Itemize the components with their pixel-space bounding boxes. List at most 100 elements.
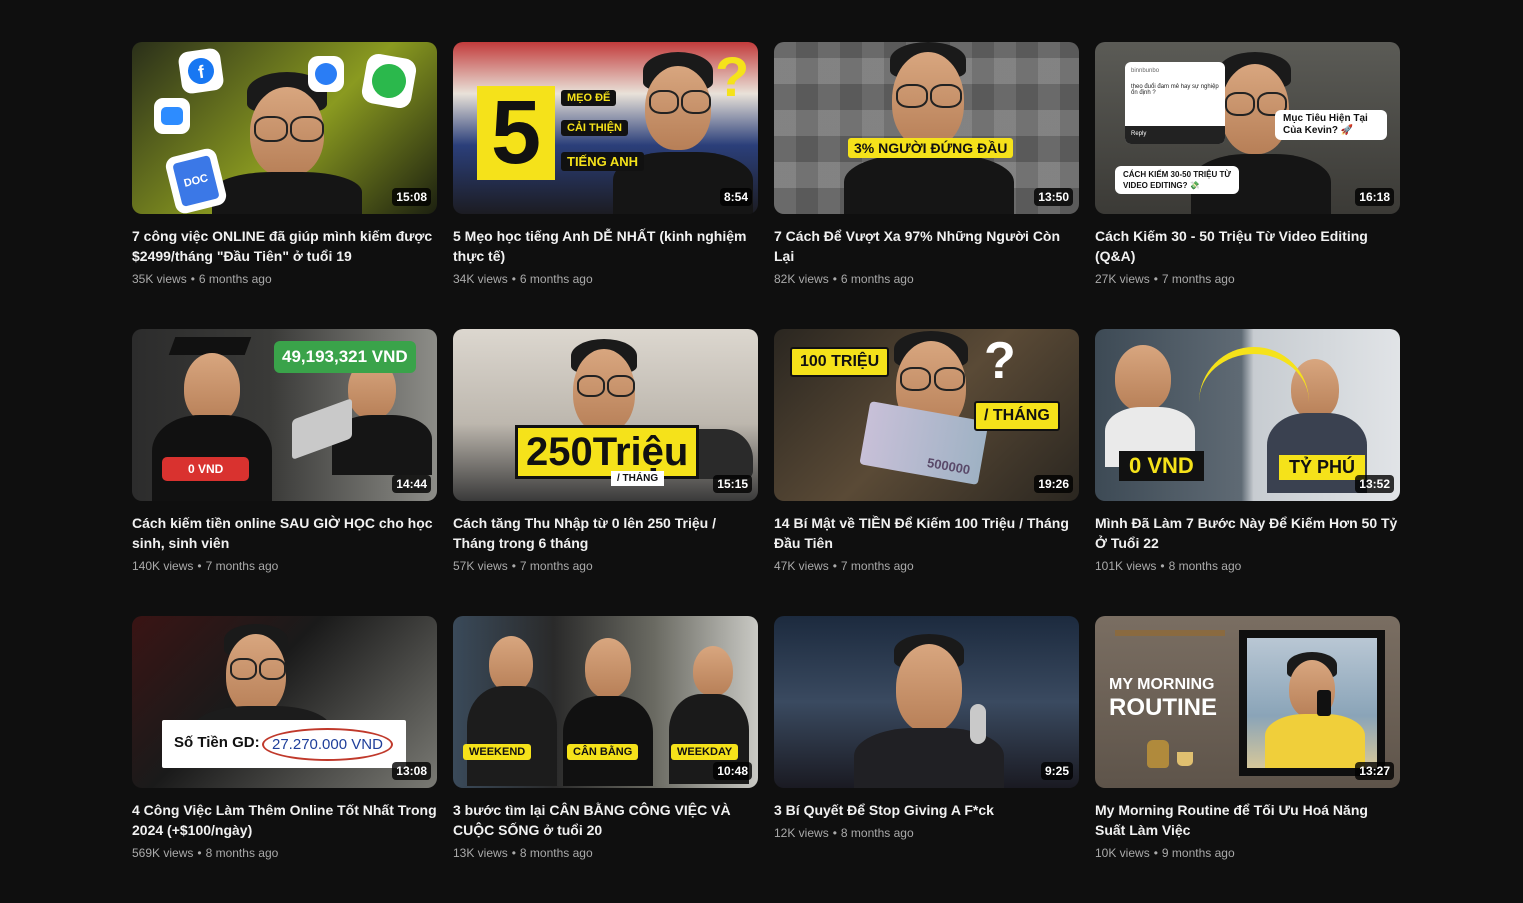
- video-thumbnail[interactable]: 49,193,321 VND 0 VND 14:44: [132, 329, 437, 501]
- video-card[interactable]: 0 VND TỶ PHÚ 13:52 Mình Đã Làm 7 Bước Nà…: [1095, 329, 1400, 616]
- video-thumbnail[interactable]: Số Tiền GD: 27.270.000 VND 13:08: [132, 616, 437, 788]
- video-card[interactable]: f DOC 15:08 7 công việc ONLINE đã giúp m…: [132, 42, 437, 329]
- video-card[interactable]: MY MORNING ROUTINE 13:27 My Morning Rout…: [1095, 616, 1400, 903]
- thumb-text: WEEKEND: [463, 744, 532, 760]
- video-title[interactable]: 3 Bí Quyết Để Stop Giving A F*ck: [774, 800, 1079, 820]
- video-title[interactable]: My Morning Routine để Tối Ưu Hoá Năng Su…: [1095, 800, 1400, 840]
- view-count: 82K views: [774, 272, 829, 286]
- video-card[interactable]: Số Tiền GD: 27.270.000 VND 13:08 4 Công …: [132, 616, 437, 903]
- video-card[interactable]: 49,193,321 VND 0 VND 14:44 Cách kiếm tiề…: [132, 329, 437, 616]
- video-duration: 15:15: [713, 475, 752, 493]
- doc-icon: DOC: [163, 146, 229, 214]
- upload-age: 8 months ago: [205, 846, 279, 860]
- arrow-icon: [1199, 347, 1309, 414]
- video-meta: 27K views • 7 months ago: [1095, 270, 1400, 288]
- thumb-text: 0 VND: [1119, 451, 1204, 481]
- video-duration: 13:52: [1355, 475, 1394, 493]
- kettle-icon: [1147, 740, 1169, 768]
- video-duration: 16:18: [1355, 188, 1394, 206]
- comment-reply: Reply: [1125, 126, 1225, 144]
- upload-age: 9 months ago: [1161, 846, 1235, 860]
- question-mark: ?: [984, 332, 1016, 390]
- upload-age: 7 months ago: [1161, 272, 1235, 286]
- video-thumbnail[interactable]: 250Triệu / THÁNG 15:15: [453, 329, 758, 501]
- video-thumbnail[interactable]: MY MORNING ROUTINE 13:27: [1095, 616, 1400, 788]
- video-grid: f DOC 15:08 7 công việc ONLINE đã giúp m…: [132, 42, 1400, 903]
- thumb-text: 3% NGƯỜI ĐỨNG ĐẦU: [848, 138, 1014, 158]
- thumb-text: 49,193,321 VND: [274, 341, 416, 373]
- video-duration: 9:25: [1040, 762, 1073, 780]
- video-title[interactable]: 7 Cách Để Vượt Xa 97% Những Người Còn Lạ…: [774, 226, 1079, 266]
- thumb-text: CÁCH KIẾM 30-50 TRIỆU TỪ VIDEO EDITING? …: [1115, 166, 1239, 194]
- video-thumbnail[interactable]: 500000 100 TRIỆU / THÁNG ? 19:26: [774, 329, 1079, 501]
- meta-separator: •: [190, 272, 195, 286]
- video-meta: 35K views • 6 months ago: [132, 270, 437, 288]
- video-meta: 82K views • 6 months ago: [774, 270, 1079, 288]
- phone-icon: [360, 52, 418, 110]
- video-card[interactable]: 500000 100 TRIỆU / THÁNG ? 19:26 14 Bí M…: [774, 329, 1079, 616]
- video-title[interactable]: 5 Mẹo học tiếng Anh DỄ NHẤT (kinh nghiệm…: [453, 226, 758, 266]
- view-count: 27K views: [1095, 272, 1150, 286]
- transaction-box: Số Tiền GD: 27.270.000 VND: [162, 720, 406, 768]
- video-title[interactable]: Cách tăng Thu Nhập từ 0 lên 250 Triệu / …: [453, 513, 758, 553]
- video-card[interactable]: 5 MẸO ĐỂ CẢI THIỆN TIẾNG ANH ? 8:54 5 Mẹ…: [453, 42, 758, 329]
- question-mark: ?: [715, 45, 750, 108]
- video-thumbnail[interactable]: 5 MẸO ĐỂ CẢI THIỆN TIẾNG ANH ? 8:54: [453, 42, 758, 214]
- thumb-text: 100 TRIỆU: [790, 347, 890, 377]
- video-meta: 47K views • 7 months ago: [774, 557, 1079, 575]
- thumb-text: TIẾNG ANH: [561, 152, 645, 171]
- video-card[interactable]: WEEKEND CÂN BẰNG WEEKDAY 10:48 3 bước tì…: [453, 616, 758, 903]
- video-thumbnail[interactable]: WEEKEND CÂN BẰNG WEEKDAY 10:48: [453, 616, 758, 788]
- video-thumbnail[interactable]: 9:25: [774, 616, 1079, 788]
- video-duration: 14:44: [392, 475, 431, 493]
- video-meta: 34K views • 6 months ago: [453, 270, 758, 288]
- view-count: 140K views: [132, 559, 194, 573]
- meta-separator: •: [511, 559, 516, 573]
- video-card[interactable]: 3% NGƯỜI ĐỨNG ĐẦU 13:50 7 Cách Để Vượt X…: [774, 42, 1079, 329]
- video-thumbnail[interactable]: binnbunbo theo đuổi đam mê hay sự nghiệp…: [1095, 42, 1400, 214]
- thumb-text: 0 VND: [162, 457, 250, 481]
- video-title[interactable]: 3 bước tìm lại CÂN BẰNG CÔNG VIỆC VÀ CUỘ…: [453, 800, 758, 840]
- video-meta: 13K views • 8 months ago: [453, 844, 758, 862]
- video-card[interactable]: 250Triệu / THÁNG 15:15 Cách tăng Thu Nhậ…: [453, 329, 758, 616]
- video-meta: 12K views • 8 months ago: [774, 824, 1079, 842]
- thumb-text: / THÁNG: [974, 401, 1060, 431]
- view-count: 10K views: [1095, 846, 1150, 860]
- video-title[interactable]: 4 Công Việc Làm Thêm Online Tốt Nhất Tro…: [132, 800, 437, 840]
- video-thumbnail[interactable]: f DOC 15:08: [132, 42, 437, 214]
- meta-separator: •: [832, 826, 837, 840]
- meta-separator: •: [511, 846, 516, 860]
- keys-icon: [970, 704, 986, 744]
- video-title[interactable]: Mình Đã Làm 7 Bước Này Để Kiếm Hơn 50 Tỷ…: [1095, 513, 1400, 553]
- video-duration: 8:54: [719, 188, 752, 206]
- meta-separator: •: [832, 272, 837, 286]
- meta-separator: •: [1153, 272, 1158, 286]
- banknote: 500000: [859, 401, 989, 485]
- video-thumbnail[interactable]: 0 VND TỶ PHÚ 13:52: [1095, 329, 1400, 501]
- video-duration: 15:08: [392, 188, 431, 206]
- upload-age: 6 months ago: [840, 272, 914, 286]
- video-thumbnail[interactable]: 3% NGƯỜI ĐỨNG ĐẦU 13:50: [774, 42, 1079, 214]
- comment-card: binnbunbo theo đuổi đam mê hay sự nghiệp…: [1125, 62, 1225, 144]
- video-meta: 57K views • 7 months ago: [453, 557, 758, 575]
- thumb-text: CÂN BẰNG: [567, 744, 639, 760]
- video-card[interactable]: binnbunbo theo đuổi đam mê hay sự nghiệp…: [1095, 42, 1400, 329]
- video-duration: 13:50: [1034, 188, 1073, 206]
- thumb-text: / THÁNG: [611, 471, 665, 486]
- upload-age: 8 months ago: [519, 846, 593, 860]
- thumb-text: Số Tiền GD:: [174, 734, 260, 751]
- video-duration: 13:08: [392, 762, 431, 780]
- thumb-text: MY MORNING: [1109, 676, 1215, 693]
- thumb-number: 5: [477, 86, 555, 180]
- video-title[interactable]: 7 công việc ONLINE đã giúp mình kiếm đượ…: [132, 226, 437, 266]
- video-meta: 10K views • 9 months ago: [1095, 844, 1400, 862]
- meta-separator: •: [197, 846, 202, 860]
- thumb-text: 27.270.000 VND: [262, 728, 393, 761]
- meta-separator: •: [1153, 846, 1158, 860]
- video-card[interactable]: 9:25 3 Bí Quyết Để Stop Giving A F*ck 12…: [774, 616, 1079, 903]
- thumb-text: TỶ PHÚ: [1279, 455, 1366, 480]
- view-count: 47K views: [774, 559, 829, 573]
- video-title[interactable]: 14 Bí Mật về TIỀN Để Kiếm 100 Triệu / Th…: [774, 513, 1079, 553]
- video-title[interactable]: Cách Kiếm 30 - 50 Triệu Từ Video Editing…: [1095, 226, 1400, 266]
- video-title[interactable]: Cách kiếm tiền online SAU GIỜ HỌC cho họ…: [132, 513, 437, 553]
